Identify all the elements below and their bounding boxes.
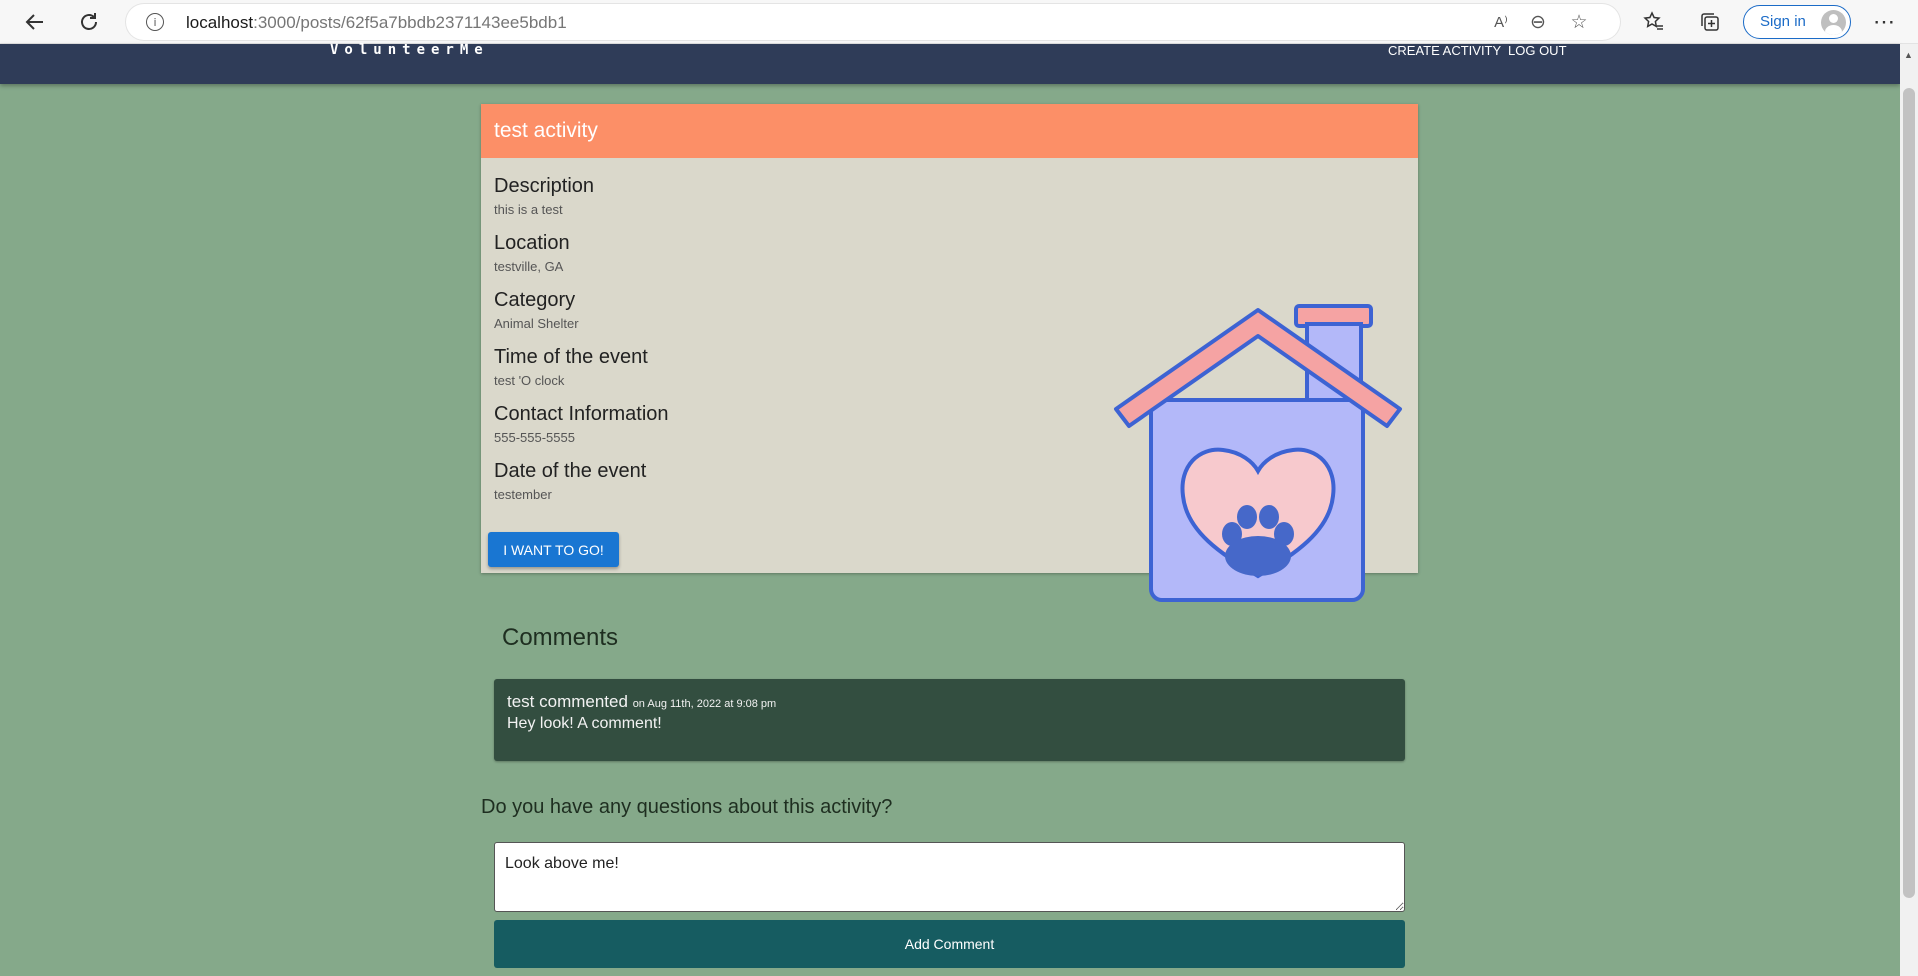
add-favorite-icon[interactable]: ☆ <box>1568 12 1590 33</box>
back-arrow-icon <box>25 14 43 30</box>
sign-in-label: Sign in <box>1760 13 1806 30</box>
scroll-up-arrow-icon[interactable]: ▲ <box>1904 50 1913 60</box>
more-options-button[interactable]: ⋯ <box>1871 9 1897 35</box>
refresh-button[interactable] <box>72 6 106 38</box>
field-value: Animal Shelter <box>494 316 579 331</box>
url-text: localhost:3000/posts/62f5a7bbdb2371143ee… <box>186 13 567 33</box>
date-field: Date of the event testember <box>494 459 646 502</box>
contact-field: Contact Information 555-555-5555 <box>494 402 669 445</box>
app-navbar: VolunteerMe CREATE ACTIVITY LOG OUT <box>0 42 1900 84</box>
activity-title: test activity <box>494 119 598 142</box>
site-info-icon[interactable]: i <box>146 13 164 31</box>
field-value: test 'O clock <box>494 373 565 388</box>
collections-button[interactable] <box>1697 9 1723 35</box>
url-host: localhost <box>186 13 254 32</box>
field-value: 555-555-5555 <box>494 430 575 445</box>
field-label: Category <box>494 289 576 311</box>
animal-shelter-house-icon <box>1114 304 1402 602</box>
favorites-icon <box>1643 11 1663 30</box>
favorites-button[interactable] <box>1641 9 1667 35</box>
card-header: test activity <box>481 104 1418 158</box>
read-aloud-icon[interactable]: A⁾ <box>1490 12 1512 32</box>
location-field: Location testville, GA <box>494 231 570 274</box>
browser-toolbar: i localhost:3000/posts/62f5a7bbdb2371143… <box>0 0 1918 44</box>
zoom-out-icon[interactable]: ⊖ <box>1527 12 1549 33</box>
brand-logo[interactable]: VolunteerMe <box>330 42 489 58</box>
add-comment-button[interactable]: Add Comment <box>494 920 1405 968</box>
i-want-to-go-button[interactable]: I WANT TO GO! <box>488 532 619 567</box>
address-bar[interactable]: i localhost:3000/posts/62f5a7bbdb2371143… <box>126 4 1620 40</box>
comment-item: test commented on Aug 11th, 2022 at 9:08… <box>494 679 1405 761</box>
field-label: Date of the event <box>494 460 647 482</box>
scrollbar-thumb[interactable] <box>1903 88 1915 898</box>
question-prompt: Do you have any questions about this act… <box>481 796 893 818</box>
field-label: Description <box>494 175 595 197</box>
back-button[interactable] <box>18 6 52 38</box>
create-activity-link[interactable]: CREATE ACTIVITY <box>1388 43 1501 58</box>
sign-in-button[interactable]: Sign in <box>1743 5 1851 39</box>
comment-text: Hey look! A comment! <box>507 715 662 732</box>
more-options-icon: ⋯ <box>1873 9 1895 34</box>
field-label: Contact Information <box>494 403 669 425</box>
comment-textarea[interactable]: Look above me! <box>494 842 1405 912</box>
comment-date: on Aug 11th, 2022 at 9:08 pm <box>632 698 777 710</box>
collections-icon <box>1701 13 1719 31</box>
field-label: Time of the event <box>494 346 648 368</box>
profile-avatar-icon <box>1821 10 1846 35</box>
field-value: testville, GA <box>494 259 564 274</box>
page-scrollbar[interactable]: ▲ <box>1900 44 1918 976</box>
refresh-icon <box>81 13 97 30</box>
field-value: testember <box>494 487 552 502</box>
field-label: Location <box>494 232 570 254</box>
url-path: :3000/posts/62f5a7bbdb2371143ee5bdb1 <box>253 13 567 32</box>
comments-heading: Comments <box>502 624 619 651</box>
comment-author: test commented <box>507 692 628 711</box>
log-out-link[interactable]: LOG OUT <box>1508 43 1567 58</box>
description-field: Description this is a test <box>494 174 594 217</box>
category-field: Category Animal Shelter <box>494 288 579 331</box>
field-value: this is a test <box>494 202 563 217</box>
activity-card: test activity Description this is a test… <box>481 104 1418 602</box>
time-field: Time of the event test 'O clock <box>494 345 648 388</box>
comment-header: test commented on Aug 11th, 2022 at 9:08… <box>507 692 776 712</box>
